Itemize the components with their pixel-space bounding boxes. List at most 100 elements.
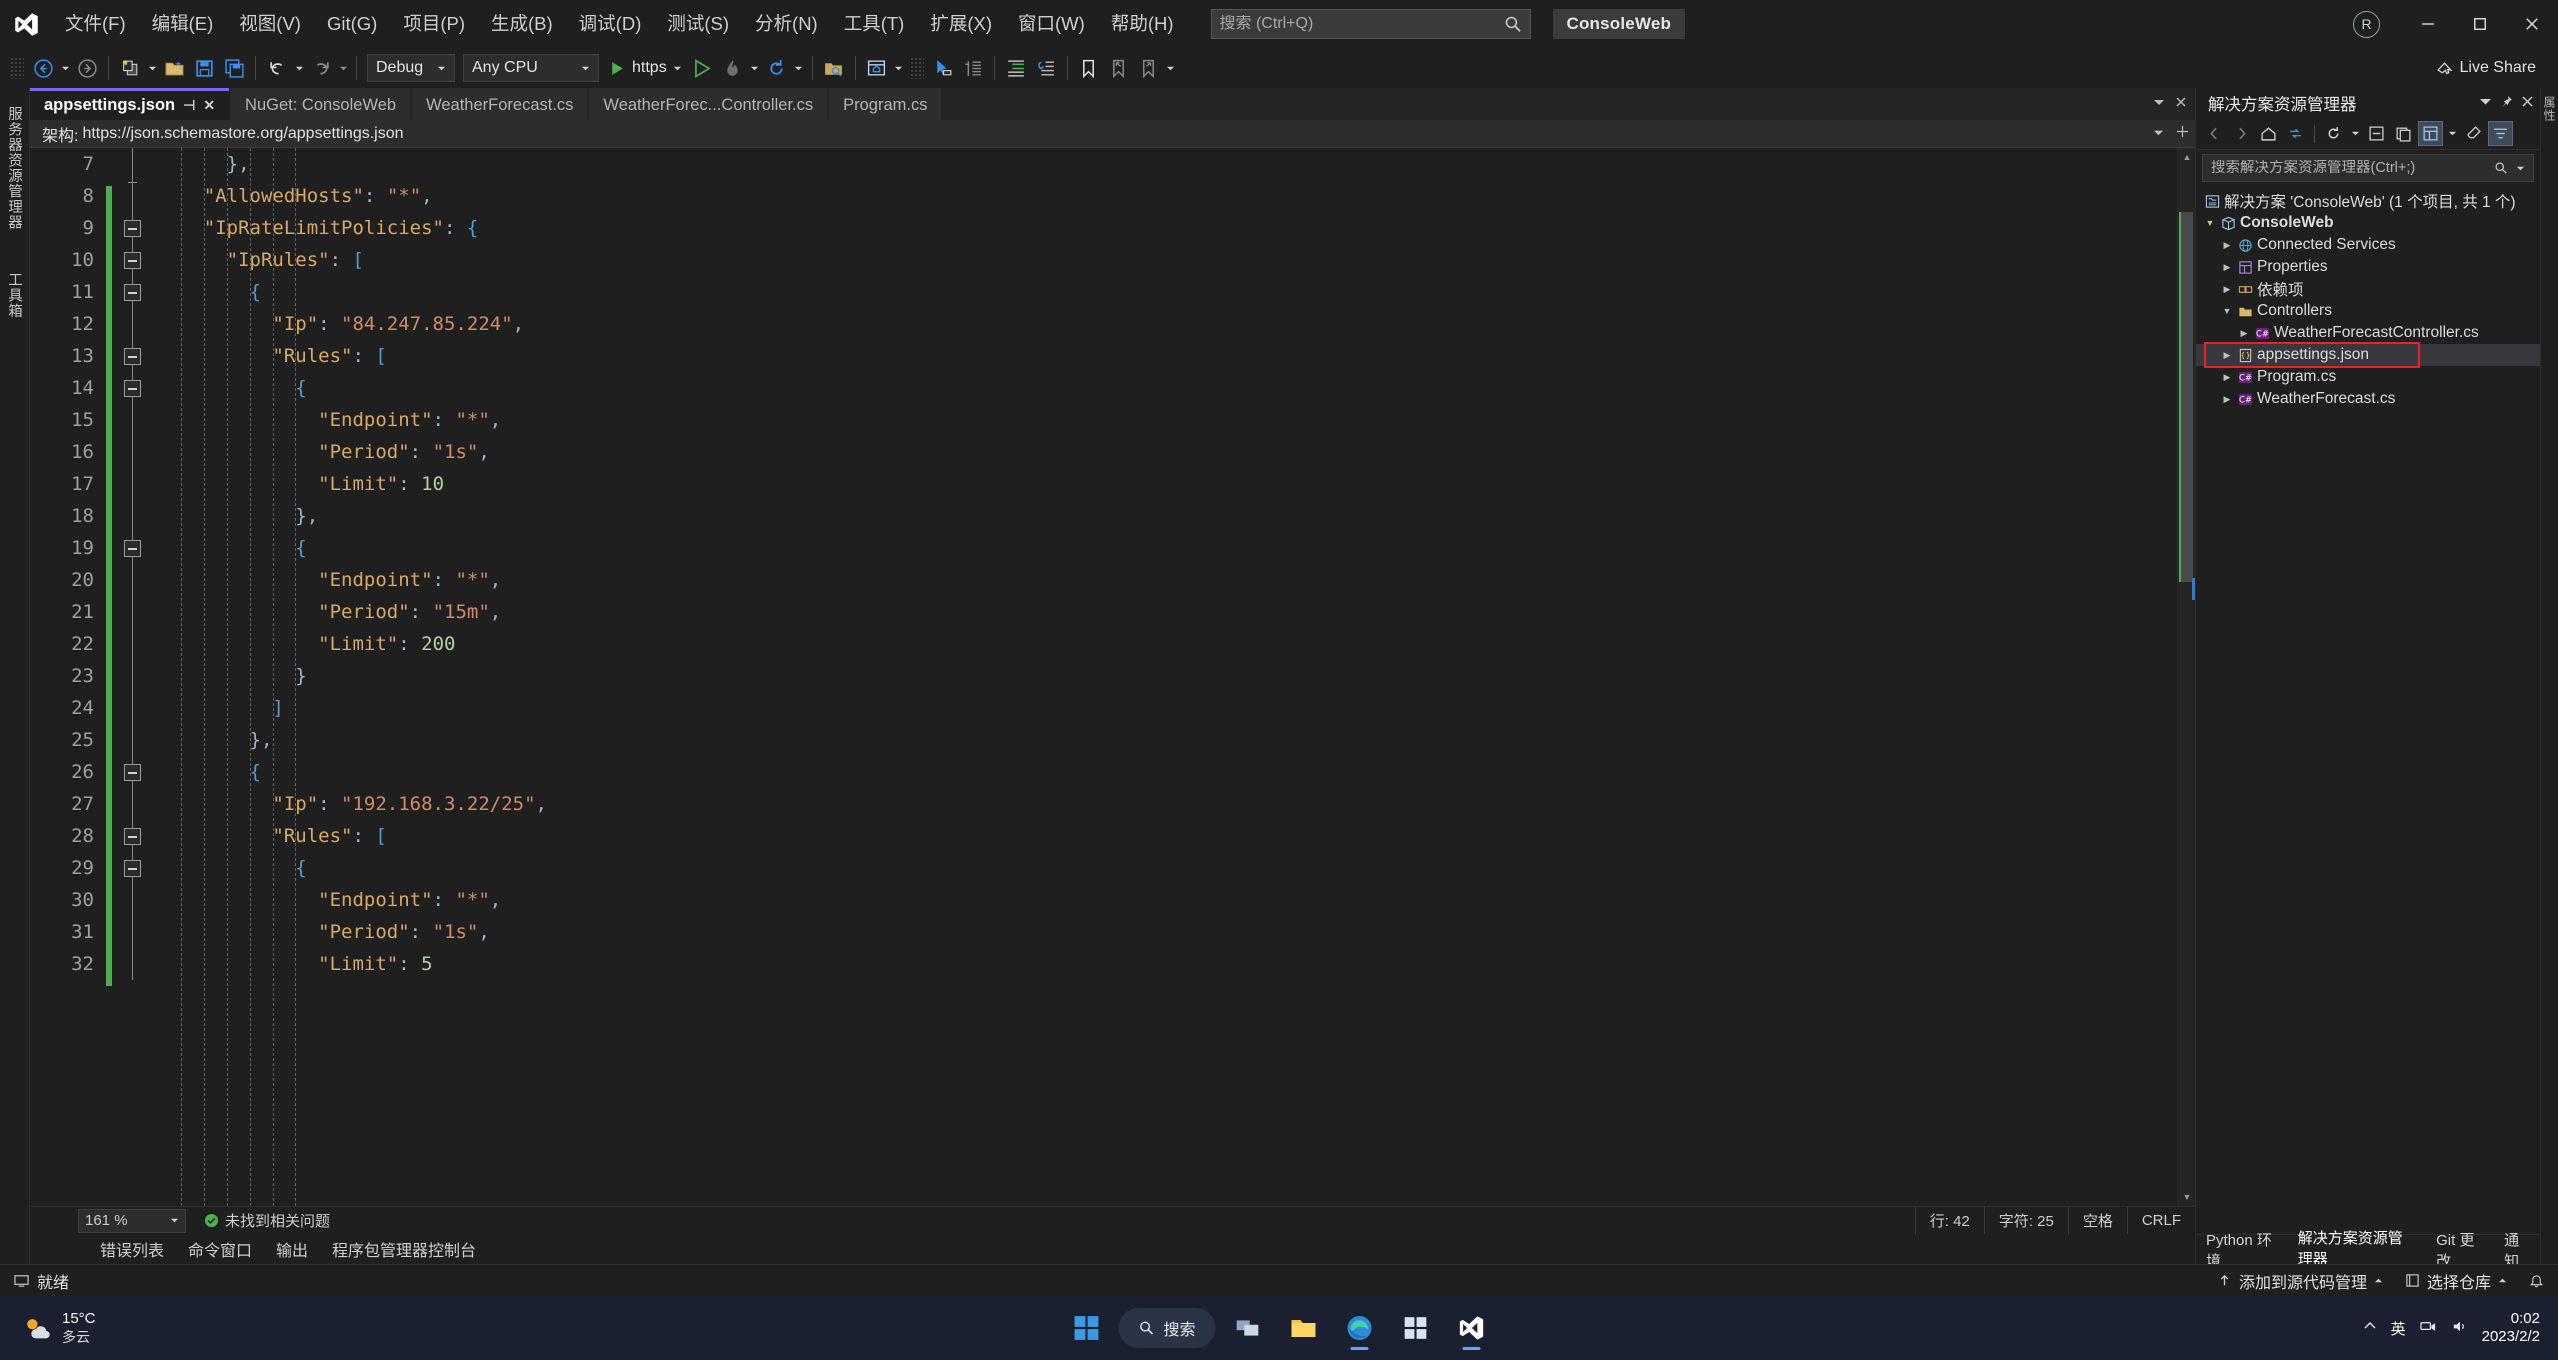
pin-icon[interactable]: ⊣ [183, 97, 195, 114]
chevron-right-icon[interactable]: ▶ [2219, 372, 2235, 383]
scroll-down-arrow[interactable]: ▼ [2178, 1188, 2195, 1206]
scroll-up-arrow[interactable]: ▲ [2178, 148, 2195, 166]
menu-build[interactable]: 生成(B) [478, 0, 566, 48]
navigate-back-button[interactable] [28, 53, 58, 83]
schema-dropdown-icon[interactable] [2153, 125, 2164, 143]
code-line[interactable]: "Period": "15m", [158, 596, 2177, 628]
solution-filter-button[interactable] [2488, 121, 2513, 146]
editor-vertical-scrollbar[interactable]: ▲ ▼ [2177, 148, 2195, 1206]
account-avatar[interactable]: R [2353, 10, 2380, 38]
tree-item-weatherforecastcontroller-cs[interactable]: ▶ C# WeatherForecastController.cs [2196, 322, 2540, 344]
code-folding-gutter[interactable] [114, 148, 152, 1206]
sync-with-active-document-button[interactable] [2283, 121, 2308, 146]
bookmark-dropdown-icon[interactable] [1164, 64, 1178, 73]
ime-indicator[interactable]: 英 [2391, 1318, 2406, 1339]
tree-item-connected-services[interactable]: ▶ Connected Services [2196, 234, 2540, 256]
undo-button[interactable] [262, 53, 292, 83]
add-to-source-control-button[interactable]: 添加到源代码管理 [2217, 1269, 2383, 1293]
code-editor[interactable]: 7 8 9 10 11 12 13 14 15 16 17 18 19 20 21 22 23 24 25 26 27 2… [30, 148, 2195, 1206]
start-debugging-button[interactable]: https [603, 53, 688, 83]
menu-file[interactable]: 文件(F) [52, 0, 139, 48]
fold-collapse-box[interactable] [124, 380, 141, 397]
increase-indent-button[interactable] [1001, 53, 1031, 83]
code-line[interactable]: { [158, 276, 2177, 308]
code-text[interactable]: }, "AllowedHosts": "*", "IpRateLimitPoli… [152, 148, 2177, 1206]
menu-view[interactable]: 视图(V) [226, 0, 314, 48]
properties-tab[interactable]: 属性 [2541, 96, 2558, 122]
select-repository-button[interactable]: 选择仓库 [2405, 1269, 2507, 1293]
toolbar-grip[interactable] [10, 57, 24, 79]
split-view-icon[interactable] [2176, 125, 2189, 143]
view-dropdown-icon[interactable] [2445, 129, 2459, 138]
code-line[interactable]: "IpRateLimitPolicies": { [158, 212, 2177, 244]
network-icon[interactable] [2419, 1318, 2437, 1339]
code-line[interactable]: "Endpoint": "*", [158, 884, 2177, 916]
code-line[interactable]: "Limit": 200 [158, 628, 2177, 660]
start-without-debugging-button[interactable] [688, 53, 718, 83]
tab-weatherforecast-controller-cs[interactable]: WeatherForec...Controller.cs [589, 88, 828, 120]
fold-collapse-box[interactable] [124, 348, 141, 365]
server-explorer-tab[interactable]: 服务器资源管理器 [2, 98, 27, 238]
chevron-down-icon[interactable]: ▼ [2219, 306, 2235, 316]
code-line[interactable]: "IpRules": [ [158, 244, 2177, 276]
menu-project[interactable]: 项目(P) [390, 0, 478, 48]
taskbar-search-box[interactable]: 搜索 [1118, 1308, 1216, 1348]
fold-collapse-box[interactable] [124, 860, 141, 877]
chevron-right-icon[interactable]: ▶ [2219, 262, 2235, 273]
tab-list-dropdown-icon[interactable] [2153, 95, 2165, 113]
fold-collapse-box[interactable] [124, 252, 141, 269]
solution-root-row[interactable]: 解决方案 'ConsoleWeb' (1 个项目, 共 1 个) [2196, 190, 2540, 212]
indentation-indicator[interactable]: 空格 [2067, 1206, 2127, 1235]
code-line[interactable]: { [158, 372, 2177, 404]
code-line[interactable]: "Limit": 10 [158, 468, 2177, 500]
refresh-button[interactable] [2321, 121, 2346, 146]
fold-collapse-box[interactable] [124, 828, 141, 845]
tab-close-group-icon[interactable] [2175, 95, 2187, 113]
menu-debug[interactable]: 调试(D) [566, 0, 655, 48]
tree-item-[interactable]: ▶ 依赖项 [2196, 278, 2540, 300]
volume-icon[interactable] [2451, 1318, 2468, 1339]
code-line[interactable]: "AllowedHosts": "*", [158, 180, 2177, 212]
task-view-button[interactable] [1224, 1304, 1272, 1352]
menu-analyze[interactable]: 分析(N) [742, 0, 831, 48]
save-button[interactable] [189, 53, 219, 83]
hot-reload-button[interactable] [718, 53, 748, 83]
notifications-button[interactable] [2529, 1273, 2544, 1288]
undo-dropdown-icon[interactable] [292, 64, 306, 73]
fold-collapse-box[interactable] [124, 764, 141, 781]
code-line[interactable]: }, [158, 148, 2177, 180]
next-bookmark-button[interactable] [1134, 53, 1164, 83]
menu-tools[interactable]: 工具(T) [831, 0, 918, 48]
home-button[interactable] [2256, 121, 2281, 146]
minimize-button[interactable] [2402, 0, 2454, 48]
menu-window[interactable]: 窗口(W) [1005, 0, 1098, 48]
build-configuration-select[interactable]: Debug [367, 54, 455, 82]
back-button[interactable] [2202, 121, 2227, 146]
previous-bookmark-button[interactable] [1104, 53, 1134, 83]
menu-edit[interactable]: 编辑(E) [139, 0, 227, 48]
close-icon[interactable]: ✕ [203, 97, 215, 114]
code-line[interactable]: "Ip": "84.247.85.224", [158, 308, 2177, 340]
tab-nuget-consoleweb[interactable]: NuGet: ConsoleWeb [231, 88, 411, 120]
fold-collapse-box[interactable] [124, 540, 141, 557]
code-line[interactable]: "Period": "1s", [158, 436, 2177, 468]
decrease-indent-button[interactable] [1031, 53, 1061, 83]
chevron-right-icon[interactable]: ▶ [2236, 328, 2252, 339]
editor-horizontal-scrollbar[interactable] [340, 1213, 1905, 1229]
taskbar-search[interactable]: 搜索 [1118, 1304, 1216, 1352]
menu-extensions[interactable]: 扩展(X) [917, 0, 1005, 48]
restart-dropdown-icon[interactable] [792, 64, 806, 73]
save-all-button[interactable] [219, 53, 249, 83]
tree-item-weatherforecast-cs[interactable]: ▶ C# WeatherForecast.cs [2196, 388, 2540, 410]
tree-item-controllers[interactable]: ▼ Controllers [2196, 300, 2540, 322]
code-line[interactable]: "Rules": [ [158, 340, 2177, 372]
issues-indicator[interactable]: 未找到相关问题 [204, 1210, 330, 1231]
file-explorer-button[interactable] [1280, 1304, 1328, 1352]
schema-value[interactable]: https://json.schemastore.org/appsettings… [82, 125, 403, 143]
menu-git[interactable]: Git(G) [314, 0, 390, 48]
solution-tree[interactable]: 解决方案 'ConsoleWeb' (1 个项目, 共 1 个) ▼ Consol… [2196, 186, 2540, 1234]
code-line[interactable]: }, [158, 724, 2177, 756]
chevron-down-icon[interactable] [2516, 164, 2525, 173]
navigate-back-dropdown-icon[interactable] [58, 64, 72, 73]
tab-appsettings-json[interactable]: appsettings.json ⊣ ✕ [30, 88, 230, 120]
